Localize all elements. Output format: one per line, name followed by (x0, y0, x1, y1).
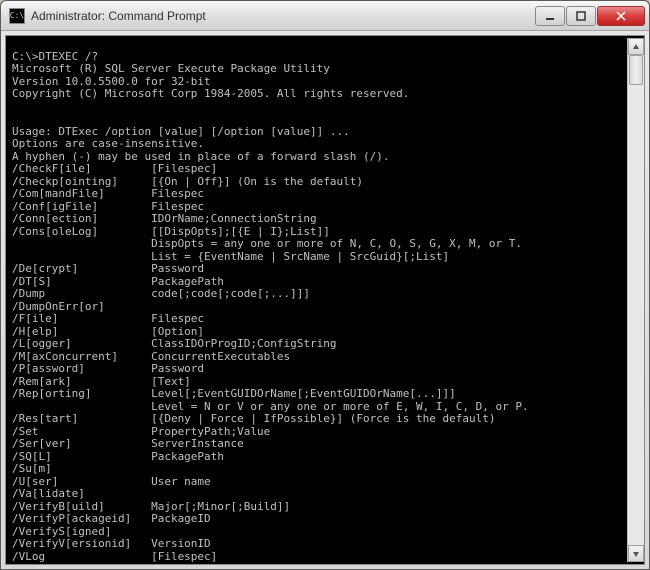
console-line: /DumpOnErr[or] (12, 300, 105, 313)
command-prompt-window: C:\ Administrator: Command Prompt C:\>DT… (0, 0, 650, 570)
console-line: /Com[mandFile] Filespec (12, 187, 204, 200)
console-line: /VerifyP[ackageid] PackageID (12, 512, 211, 525)
console-line: /Conn[ection] IDOrName;ConnectionString (12, 212, 317, 225)
client-area: C:\>DTEXEC /? Microsoft (R) SQL Server E… (5, 35, 645, 565)
console-line: List = {EventName | SrcName | SrcGuid}[;… (12, 250, 449, 263)
console-line: /Va[lidate] (12, 487, 85, 500)
console-line: /Rep[orting] Level[;EventGUIDOrName[;Eve… (12, 387, 456, 400)
console-line: Version 10.0.5500.0 for 32-bit (12, 75, 211, 88)
console-line: Microsoft (R) SQL Server Execute Package… (12, 62, 330, 75)
scrollbar-thumb[interactable] (629, 55, 643, 85)
console-line: C:\>DTEXEC /? (12, 50, 98, 63)
scrollbar-track[interactable] (628, 55, 644, 545)
console-line: /Cons[oleLog] [[DispOpts];[{E | I};List]… (12, 225, 330, 238)
window-title: Administrator: Command Prompt (31, 9, 535, 23)
console-line: /Set PropertyPath;Value (12, 425, 270, 438)
console-line: /CheckF[ile] [Filespec] (12, 162, 217, 175)
chevron-up-icon (632, 43, 640, 51)
console-line: /VerifyS[igned] (12, 525, 111, 538)
console-line: /VLog [Filespec] (12, 550, 217, 563)
console-line: /M[axConcurrent] ConcurrentExecutables (12, 350, 290, 363)
console-line: /U[ser] User name (12, 475, 211, 488)
console-line: Level = N or V or any one or more of E, … (12, 400, 529, 413)
console-line: A hyphen (-) may be used in place of a f… (12, 150, 390, 163)
console-line: /Dump code[;code[;code[;...]]] (12, 287, 310, 300)
console-line: /Checkp[ointing] [{On | Off}] (On is the… (12, 175, 363, 188)
titlebar[interactable]: C:\ Administrator: Command Prompt (1, 1, 649, 31)
console-line: /VerifyV[ersionid] VersionID (12, 537, 211, 550)
minimize-icon (545, 11, 555, 21)
console-line: /H[elp] [Option] (12, 325, 204, 338)
console-line: /VerifyB[uild] Major[;Minor[;Build]] (12, 500, 290, 513)
console-output[interactable]: C:\>DTEXEC /? Microsoft (R) SQL Server E… (12, 38, 627, 562)
console-line: /Rem[ark] [Text] (12, 375, 191, 388)
scroll-down-button[interactable] (628, 545, 644, 562)
vertical-scrollbar[interactable] (627, 38, 644, 562)
console-line: /SQ[L] PackagePath (12, 450, 224, 463)
console-line: /L[ogger] ClassIDOrProgID;ConfigString (12, 337, 337, 350)
close-button[interactable] (597, 6, 645, 26)
console-line: /De[crypt] Password (12, 262, 204, 275)
maximize-button[interactable] (566, 6, 596, 26)
maximize-icon (576, 11, 586, 21)
close-icon (616, 11, 626, 21)
console-line: /DT[S] PackagePath (12, 275, 224, 288)
scroll-up-button[interactable] (628, 38, 644, 55)
console-line: /Ser[ver] ServerInstance (12, 437, 244, 450)
console-line: /Conf[igFile] Filespec (12, 200, 204, 213)
cmd-icon: C:\ (9, 8, 25, 24)
console-line: DispOpts = any one or more of N, C, O, S… (12, 237, 522, 250)
console-line: /F[ile] Filespec (12, 312, 204, 325)
window-controls (535, 6, 645, 26)
console-line: /Su[m] (12, 462, 52, 475)
console-line: Usage: DTExec /option [value] [/option [… (12, 125, 350, 138)
chevron-down-icon (632, 550, 640, 558)
console-line: Options are case-insensitive. (12, 137, 204, 150)
console-line: Copyright (C) Microsoft Corp 1984-2005. … (12, 87, 409, 100)
minimize-button[interactable] (535, 6, 565, 26)
console-line: /P[assword] Password (12, 362, 204, 375)
console-line: /Res[tart] [{Deny | Force | IfPossible}]… (12, 412, 495, 425)
